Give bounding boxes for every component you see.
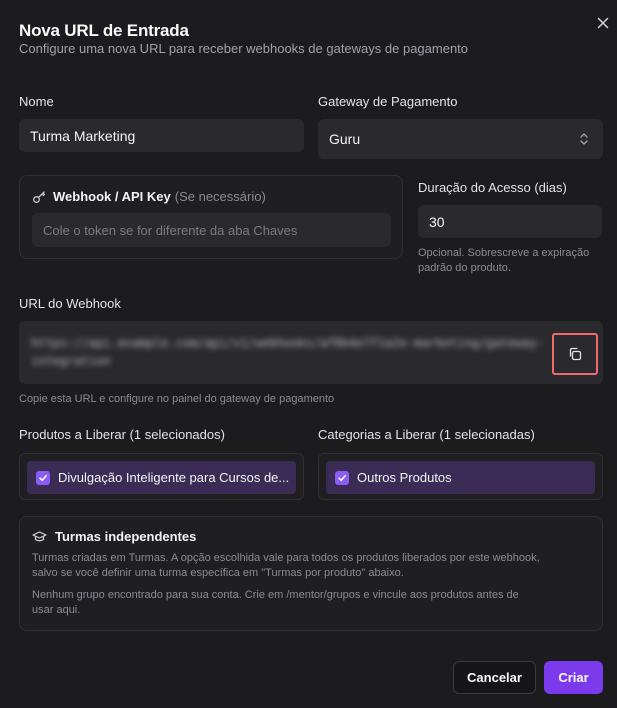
create-button[interactable]: Criar	[544, 661, 603, 694]
chevron-updown-icon	[579, 132, 589, 146]
duration-hint-line2: padrão do produto.	[418, 262, 511, 274]
apikey-placeholder: Cole o token se for diferente da aba Cha…	[43, 222, 298, 238]
name-value: Turma Marketing	[30, 127, 136, 144]
category-chip-label: Outros Produtos	[357, 470, 452, 485]
apikey-header: Webhook / API Key (Se necessário)	[32, 189, 266, 204]
turmas-note: Nenhum grupo encontrado para sua conta. …	[32, 588, 519, 618]
turmas-desc-line2: salvo se você definir uma turma específi…	[32, 567, 404, 579]
duration-value: 30	[429, 213, 445, 230]
product-chip-label: Divulgação Inteligente para Cursos de...	[58, 470, 290, 485]
product-chip[interactable]: Divulgação Inteligente para Cursos de...	[27, 461, 296, 494]
gateway-label: Gateway de Pagamento	[318, 94, 458, 109]
turmas-note-line2: usar aqui.	[32, 604, 81, 616]
key-icon	[32, 190, 46, 204]
apikey-card: Webhook / API Key (Se necessário) Cole o…	[19, 175, 403, 259]
graduation-cap-icon	[32, 530, 47, 543]
duration-input[interactable]: 30	[418, 205, 602, 238]
turmas-note-line1: Nenhum grupo encontrado para sua conta. …	[32, 589, 519, 601]
name-input[interactable]: Turma Marketing	[19, 119, 304, 152]
new-url-dialog: Nova URL de Entrada Configure uma nova U…	[0, 0, 617, 708]
duration-hint: Opcional. Sobrescreve a expiração padrão…	[418, 246, 589, 276]
check-icon	[335, 470, 349, 485]
close-icon[interactable]	[594, 14, 612, 32]
check-icon	[36, 470, 50, 485]
categories-select[interactable]: Outros Produtos	[318, 453, 603, 500]
duration-label: Duração do Acesso (dias)	[418, 180, 567, 195]
webhook-url-hint: Copie esta URL e configure no painel do …	[19, 393, 335, 405]
gateway-select[interactable]: Guru	[318, 119, 603, 159]
copy-icon	[568, 347, 582, 361]
copy-url-button[interactable]	[552, 333, 598, 375]
turmas-card: Turmas independentes Turmas criadas em T…	[19, 516, 603, 631]
apikey-label: Webhook / API Key	[53, 189, 171, 204]
dialog-title: Nova URL de Entrada	[19, 21, 189, 40]
categories-label: Categorias a Liberar (1 selecionadas)	[318, 427, 535, 442]
category-chip[interactable]: Outros Produtos	[326, 461, 595, 494]
webhook-url-value: https://api.example.com/api/v1/webhooks/…	[31, 336, 544, 368]
duration-hint-line1: Opcional. Sobrescreve a expiração	[418, 247, 590, 259]
apikey-optional: (Se necessário)	[174, 189, 266, 204]
products-label: Produtos a Liberar (1 selecionados)	[19, 427, 225, 442]
gateway-value: Guru	[329, 131, 361, 147]
turmas-desc-line1: Turmas criadas em Turmas. A opção escolh…	[32, 552, 540, 564]
apikey-input[interactable]: Cole o token se for diferente da aba Cha…	[32, 213, 391, 247]
dialog-subtitle: Configure uma nova URL para receber webh…	[19, 41, 469, 56]
webhook-url-label: URL do Webhook	[19, 296, 121, 311]
name-label: Nome	[19, 94, 54, 109]
turmas-title: Turmas independentes	[55, 529, 197, 544]
webhook-url-field[interactable]: https://api.example.com/api/v1/webhooks/…	[19, 321, 603, 384]
turmas-description: Turmas criadas em Turmas. A opção escolh…	[32, 551, 540, 581]
turmas-header: Turmas independentes	[32, 529, 196, 544]
cancel-button[interactable]: Cancelar	[453, 661, 536, 694]
products-select[interactable]: Divulgação Inteligente para Cursos de...	[19, 453, 304, 500]
